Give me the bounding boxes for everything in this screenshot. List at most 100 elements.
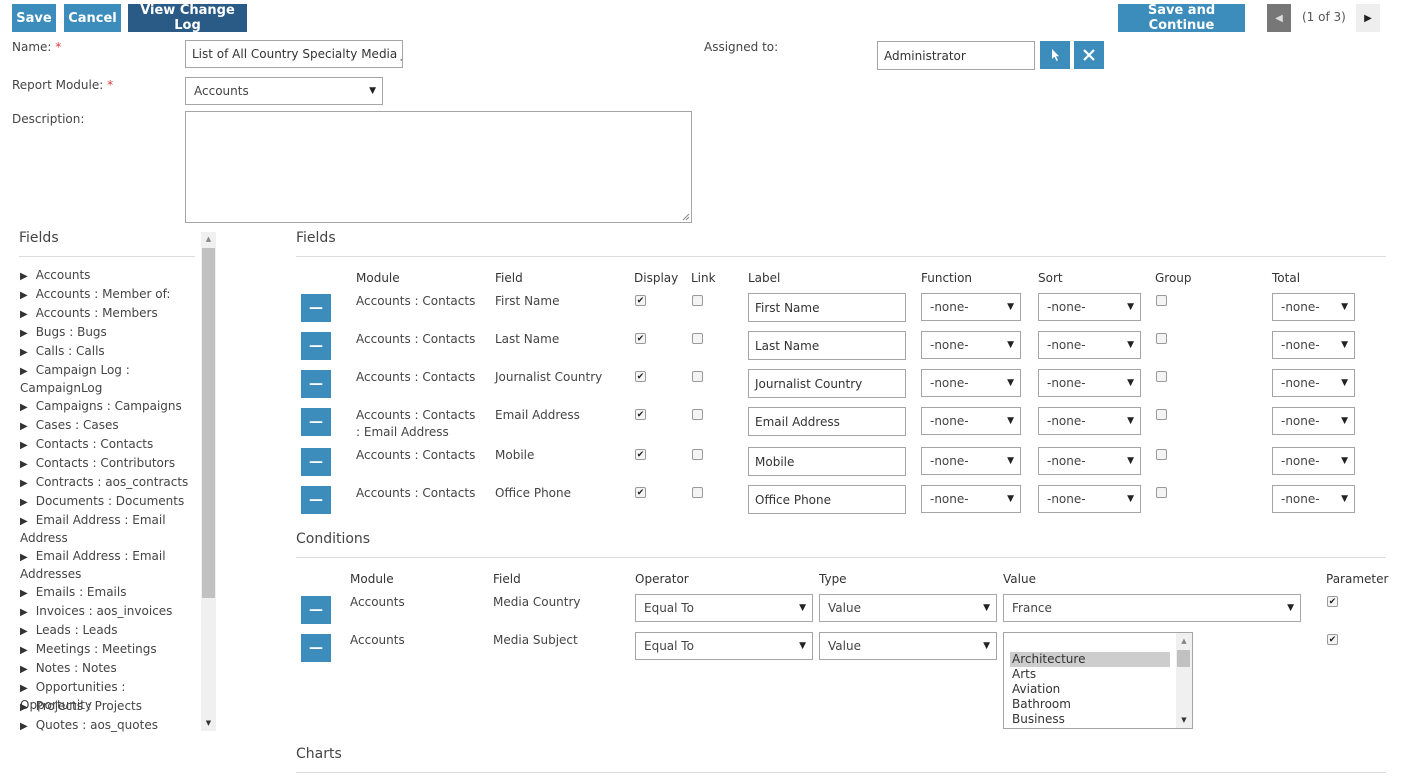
group-checkbox[interactable] — [1156, 487, 1167, 498]
parameter-checkbox[interactable]: ✔ — [1327, 596, 1338, 607]
expand-icon[interactable]: ▶ — [20, 588, 28, 599]
group-checkbox[interactable] — [1156, 295, 1167, 306]
operator-select[interactable]: Equal To ▼ — [635, 632, 813, 660]
label-input[interactable]: Email Address — [748, 407, 906, 436]
scroll-up-icon[interactable]: ▲ — [201, 232, 216, 246]
tree-item[interactable]: ▶ Emails : Emails — [20, 584, 195, 602]
display-checkbox[interactable]: ✔ — [635, 409, 646, 420]
group-checkbox[interactable] — [1156, 371, 1167, 382]
expand-icon[interactable]: ▶ — [20, 702, 28, 713]
tree-item[interactable]: ▶ Notes : Notes — [20, 660, 195, 678]
expand-icon[interactable]: ▶ — [20, 421, 28, 432]
previous-record-icon[interactable]: ◀ — [1267, 4, 1291, 32]
expand-icon[interactable]: ▶ — [20, 347, 28, 358]
tree-item[interactable]: ▶ Contacts : Contacts — [20, 436, 195, 454]
function-select[interactable]: -none- ▼ — [921, 369, 1021, 397]
expand-icon[interactable]: ▶ — [20, 271, 28, 282]
sort-select[interactable]: -none- ▼ — [1038, 293, 1141, 321]
list-item[interactable]: Architecture — [1010, 652, 1170, 667]
select-user-icon[interactable] — [1040, 41, 1070, 69]
multiselect-scrollbar-thumb[interactable] — [1177, 650, 1190, 667]
tree-item[interactable]: ▶ Cases : Cases — [20, 417, 195, 435]
label-input[interactable]: First Name — [748, 293, 906, 322]
expand-icon[interactable]: ▶ — [20, 328, 28, 339]
tree-item[interactable]: ▶ Projects : Projects — [20, 698, 195, 716]
total-select[interactable]: -none- ▼ — [1272, 485, 1355, 513]
tree-item[interactable]: ▶ Email Address : Email Addresses — [20, 548, 170, 583]
expand-icon[interactable]: ▶ — [20, 664, 28, 675]
tree-item[interactable]: ▶ Accounts — [20, 267, 195, 285]
remove-condition-button[interactable]: — — [301, 634, 331, 662]
remove-field-button[interactable]: — — [301, 448, 331, 476]
total-select[interactable]: -none- ▼ — [1272, 447, 1355, 475]
group-checkbox[interactable] — [1156, 409, 1167, 420]
sort-select[interactable]: -none- ▼ — [1038, 331, 1141, 359]
description-textarea[interactable] — [185, 111, 692, 223]
tree-item[interactable]: ▶ Campaign Log : CampaignLog — [20, 362, 140, 397]
remove-field-button[interactable]: — — [301, 408, 331, 436]
scroll-down-icon[interactable]: ▼ — [201, 716, 216, 730]
list-item[interactable]: Bathroom — [1010, 697, 1170, 712]
tree-item[interactable]: ▶ Bugs : Bugs — [20, 324, 195, 342]
expand-icon[interactable]: ▶ — [20, 516, 28, 527]
link-checkbox[interactable] — [692, 295, 703, 306]
expand-icon[interactable]: ▶ — [20, 309, 28, 320]
label-input[interactable]: Journalist Country — [748, 369, 906, 398]
resize-handle-icon[interactable] — [682, 213, 690, 221]
expand-icon[interactable]: ▶ — [20, 645, 28, 656]
remove-field-button[interactable]: — — [301, 332, 331, 360]
tree-item[interactable]: ▶ Leads : Leads — [20, 622, 195, 640]
tree-item[interactable]: ▶ Calls : Calls — [20, 343, 195, 361]
function-select[interactable]: -none- ▼ — [921, 293, 1021, 321]
tree-scrollbar-thumb[interactable] — [202, 248, 215, 598]
view-change-log-button[interactable]: View Change Log — [128, 3, 247, 33]
expand-icon[interactable]: ▶ — [20, 497, 28, 508]
type-select[interactable]: Value ▼ — [819, 632, 997, 660]
expand-icon[interactable]: ▶ — [20, 366, 28, 377]
remove-field-button[interactable]: — — [301, 486, 331, 514]
save-and-continue-button[interactable]: Save and Continue — [1118, 3, 1245, 33]
report-module-select[interactable]: Accounts ▼ — [185, 77, 383, 105]
display-checkbox[interactable]: ✔ — [635, 295, 646, 306]
link-checkbox[interactable] — [692, 371, 703, 382]
expand-icon[interactable]: ▶ — [20, 402, 28, 413]
display-checkbox[interactable]: ✔ — [635, 333, 646, 344]
function-select[interactable]: -none- ▼ — [921, 447, 1021, 475]
list-item[interactable]: Aviation — [1010, 682, 1170, 697]
parameter-checkbox[interactable]: ✔ — [1327, 634, 1338, 645]
function-select[interactable]: -none- ▼ — [921, 485, 1021, 513]
expand-icon[interactable]: ▶ — [20, 607, 28, 618]
scroll-up-icon[interactable]: ▲ — [1176, 634, 1192, 648]
tree-item[interactable]: ▶ Documents : Documents — [20, 493, 195, 511]
next-record-icon[interactable]: ▶ — [1356, 4, 1380, 32]
tree-item[interactable]: ▶ Quotes : aos_quotes — [20, 717, 195, 735]
tree-item[interactable]: ▶ Email Address : Email Address — [20, 512, 170, 547]
tree-item[interactable]: ▶ Meetings : Meetings — [20, 641, 195, 659]
group-checkbox[interactable] — [1156, 449, 1167, 460]
sort-select[interactable]: -none- ▼ — [1038, 369, 1141, 397]
total-select[interactable]: -none- ▼ — [1272, 369, 1355, 397]
function-select[interactable]: -none- ▼ — [921, 407, 1021, 435]
display-checkbox[interactable]: ✔ — [635, 449, 646, 460]
expand-icon[interactable]: ▶ — [20, 478, 28, 489]
display-checkbox[interactable]: ✔ — [635, 371, 646, 382]
sort-select[interactable]: -none- ▼ — [1038, 447, 1141, 475]
operator-select[interactable]: Equal To ▼ — [635, 594, 813, 622]
expand-icon[interactable]: ▶ — [20, 290, 28, 301]
save-button[interactable]: Save — [12, 4, 56, 32]
total-select[interactable]: -none- ▼ — [1272, 331, 1355, 359]
scroll-down-icon[interactable]: ▼ — [1176, 713, 1192, 727]
expand-icon[interactable]: ▶ — [20, 459, 28, 470]
tree-item[interactable]: ▶ Contracts : aos_contracts — [20, 474, 195, 492]
link-checkbox[interactable] — [692, 333, 703, 344]
cancel-button[interactable]: Cancel — [64, 4, 121, 32]
link-checkbox[interactable] — [692, 487, 703, 498]
label-input[interactable]: Office Phone — [748, 485, 906, 514]
expand-icon[interactable]: ▶ — [20, 683, 28, 694]
assigned-to-input[interactable]: Administrator — [877, 41, 1035, 70]
value-select[interactable]: France ▼ — [1003, 594, 1301, 622]
expand-icon[interactable]: ▶ — [20, 440, 28, 451]
remove-condition-button[interactable]: — — [301, 596, 331, 624]
total-select[interactable]: -none- ▼ — [1272, 293, 1355, 321]
total-select[interactable]: -none- ▼ — [1272, 407, 1355, 435]
